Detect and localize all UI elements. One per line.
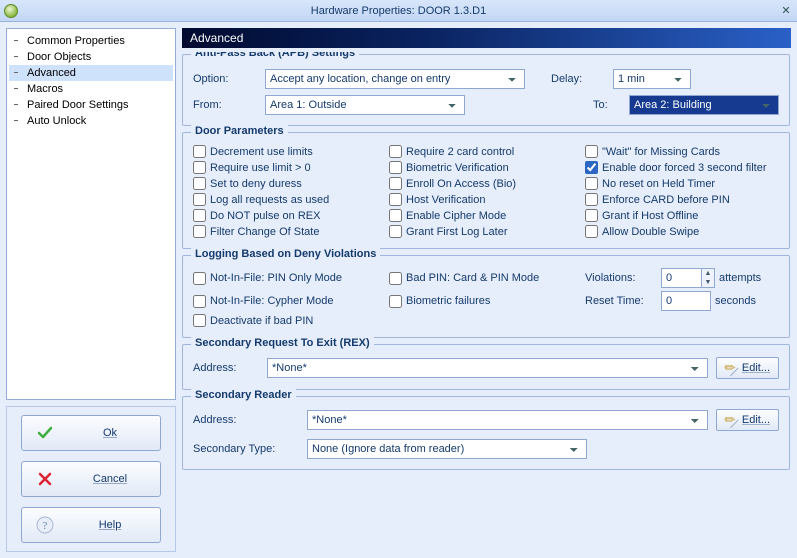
close-icon[interactable]: ✕ — [779, 4, 793, 18]
nav-door-objects[interactable]: Door Objects — [9, 49, 173, 65]
panel-header: Advanced — [182, 28, 791, 48]
violations-spinner[interactable]: ▲▼ — [661, 268, 715, 288]
secondary-type-label: Secondary Type: — [193, 443, 299, 455]
reset-time-input[interactable] — [661, 291, 711, 311]
edit-label: Edit... — [742, 362, 770, 374]
secondary-reader-title: Secondary Reader — [191, 389, 296, 401]
chk-wait-missing-cards[interactable]: "Wait" for Missing Cards — [585, 145, 779, 158]
help-button[interactable]: ? Help — [21, 507, 161, 543]
reset-time-unit: seconds — [715, 295, 756, 307]
rex-edit-button[interactable]: ✎ Edit... — [716, 357, 779, 379]
chk-do-not-pulse-rex[interactable]: Do NOT pulse on REX — [193, 209, 387, 222]
svg-text:?: ? — [43, 520, 48, 532]
help-label: Help — [74, 519, 146, 531]
chk-host-verification[interactable]: Host Verification — [389, 193, 583, 206]
help-icon: ? — [36, 516, 54, 534]
nav-common-properties[interactable]: Common Properties — [9, 33, 173, 49]
violations-unit: attempts — [719, 272, 761, 284]
button-stack: Ok Cancel ? Help — [6, 406, 176, 552]
chk-decrement-use-limits[interactable]: Decrement use limits — [193, 145, 387, 158]
app-icon — [4, 4, 18, 18]
chk-bad-pin-card-pin[interactable]: Bad PIN: Card & PIN Mode — [389, 268, 583, 288]
check-icon — [36, 424, 54, 442]
door-params-group: Door Parameters Decrement use limits Req… — [182, 132, 790, 249]
chk-biometric-verification[interactable]: Biometric Verification — [389, 161, 583, 174]
nav-auto-unlock[interactable]: Auto Unlock — [9, 113, 173, 129]
title-bar: Hardware Properties: DOOR 1.3.D1 ✕ — [0, 0, 797, 22]
apb-option-label: Option: — [193, 73, 259, 85]
apb-title: Anti-Pass Back (APB) Settings — [191, 52, 359, 59]
chk-nif-cypher[interactable]: Not-In-File: Cypher Mode — [193, 291, 387, 311]
logging-title: Logging Based on Deny Violations — [191, 248, 380, 260]
rex-group: Secondary Request To Exit (REX) Address:… — [182, 344, 790, 390]
rex-address-label: Address: — [193, 362, 259, 374]
violations-label: Violations: — [585, 272, 657, 284]
chk-enable-door-forced-filter[interactable]: Enable door forced 3 second filter — [585, 161, 779, 174]
apb-from-label: From: — [193, 99, 259, 111]
secondary-reader-group: Secondary Reader Address: *None* ✎ Edit.… — [182, 396, 790, 470]
apb-from-select[interactable]: Area 1: Outside — [265, 95, 465, 115]
chk-deactivate-bad-pin[interactable]: Deactivate if bad PIN — [193, 314, 387, 327]
reader-address-label: Address: — [193, 414, 299, 426]
nav-tree: Common Properties Door Objects Advanced … — [6, 28, 176, 400]
nav-advanced[interactable]: Advanced — [9, 65, 173, 81]
reader-edit-button[interactable]: ✎ Edit... — [716, 409, 779, 431]
rex-title: Secondary Request To Exit (REX) — [191, 337, 374, 349]
apb-to-select[interactable]: Area 2: Building — [629, 95, 779, 115]
chk-grant-first-log-later[interactable]: Grant First Log Later — [389, 225, 583, 238]
apb-option-select[interactable]: Accept any location, change on entry — [265, 69, 525, 89]
chk-biometric-failures[interactable]: Biometric failures — [389, 291, 583, 311]
x-icon — [36, 470, 54, 488]
ok-button[interactable]: Ok — [21, 415, 161, 451]
secondary-type-select[interactable]: None (Ignore data from reader) — [307, 439, 587, 459]
apb-delay-label: Delay: — [551, 73, 607, 85]
chk-enforce-card-before-pin[interactable]: Enforce CARD before PIN — [585, 193, 779, 206]
nav-paired-door-settings[interactable]: Paired Door Settings — [9, 97, 173, 113]
rex-address-select[interactable]: *None* — [267, 358, 708, 378]
cancel-button[interactable]: Cancel — [21, 461, 161, 497]
cancel-label: Cancel — [74, 473, 146, 485]
chk-enable-cipher-mode[interactable]: Enable Cipher Mode — [389, 209, 583, 222]
chk-allow-double-swipe[interactable]: Allow Double Swipe — [585, 225, 779, 238]
chk-filter-change-of-state[interactable]: Filter Change Of State — [193, 225, 387, 238]
chk-nif-pin-only[interactable]: Not-In-File: PIN Only Mode — [193, 268, 387, 288]
door-params-title: Door Parameters — [191, 125, 288, 137]
pencil-icon: ✎ — [721, 410, 740, 429]
pencil-icon: ✎ — [721, 358, 740, 377]
logging-group: Logging Based on Deny Violations Not-In-… — [182, 255, 790, 338]
chk-log-all-requests[interactable]: Log all requests as used — [193, 193, 387, 206]
chk-require-use-limit[interactable]: Require use limit > 0 — [193, 161, 387, 174]
edit-label: Edit... — [742, 414, 770, 426]
nav-macros[interactable]: Macros — [9, 81, 173, 97]
chk-enroll-on-access[interactable]: Enroll On Access (Bio) — [389, 177, 583, 190]
apb-delay-select[interactable]: 1 min — [613, 69, 691, 89]
chk-set-deny-duress[interactable]: Set to deny duress — [193, 177, 387, 190]
chk-grant-if-host-offline[interactable]: Grant if Host Offline — [585, 209, 779, 222]
window-title: Hardware Properties: DOOR 1.3.D1 — [18, 0, 779, 22]
apb-to-label: To: — [593, 99, 623, 111]
chk-require-2-card[interactable]: Require 2 card control — [389, 145, 583, 158]
ok-label: Ok — [74, 427, 146, 439]
reset-time-label: Reset Time: — [585, 295, 657, 307]
chk-no-reset-held-timer[interactable]: No reset on Held Timer — [585, 177, 779, 190]
violations-input[interactable] — [661, 268, 701, 288]
reader-address-select[interactable]: *None* — [307, 410, 708, 430]
apb-group: Anti-Pass Back (APB) Settings Option: Ac… — [182, 54, 790, 126]
